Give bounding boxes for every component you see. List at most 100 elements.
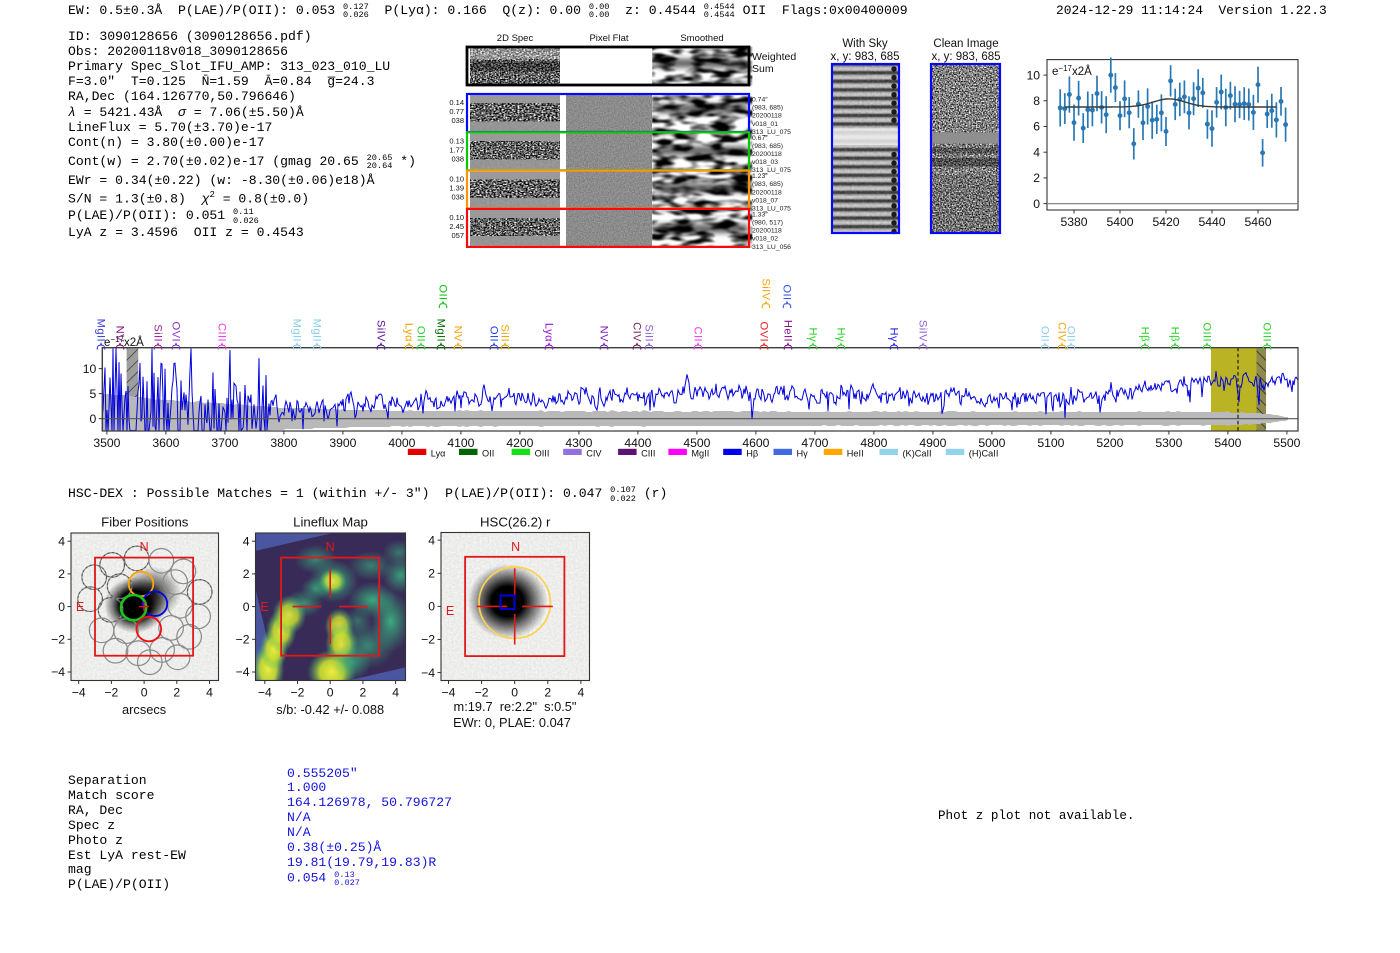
svg-text:5440: 5440: [1198, 215, 1225, 229]
svg-text:2: 2: [428, 567, 435, 581]
svg-text:OII: OII: [781, 284, 793, 300]
svg-text:OIII: OIII: [535, 449, 550, 459]
svg-text:0.77: 0.77: [449, 107, 464, 116]
svg-text:Lyα: Lyα: [403, 323, 415, 342]
svg-text:2: 2: [58, 567, 65, 581]
svg-text:10: 10: [1026, 68, 1040, 82]
svg-text:4: 4: [243, 534, 250, 548]
svg-text:CIV: CIV: [586, 449, 602, 459]
svg-text:SiIV: SiIV: [917, 320, 929, 342]
svg-text:EWr: 0, PLAE: 0.047: EWr: 0, PLAE: 0.047: [453, 715, 571, 730]
svg-text:1.39: 1.39: [449, 184, 464, 193]
svg-text:OIII: OIII: [1201, 322, 1213, 342]
svg-text:(983, 685): (983, 685): [752, 143, 783, 150]
svg-text:HSC(26.2) r: HSC(26.2) r: [480, 515, 551, 530]
svg-text:5400: 5400: [1214, 436, 1241, 450]
svg-text:MgII: MgII: [435, 319, 447, 342]
svg-text:OII: OII: [437, 284, 449, 300]
svg-text:0: 0: [511, 686, 518, 700]
svg-text:3600: 3600: [152, 436, 179, 450]
svg-text:Lineflux Map: Lineflux Map: [293, 515, 368, 530]
svg-text:NV: NV: [598, 326, 610, 342]
svg-text:Lyα: Lyα: [431, 449, 446, 459]
svg-text:20200118: 20200118: [752, 151, 782, 158]
svg-text:MgII: MgII: [691, 449, 709, 459]
svg-text:5300: 5300: [1155, 436, 1182, 450]
svg-text:5100: 5100: [1037, 436, 1064, 450]
svg-text:e−17x2Å: e−17x2Å: [1052, 64, 1092, 78]
svg-text:Weighted: Weighted: [752, 51, 796, 63]
svg-text:20200118: 20200118: [752, 228, 782, 235]
svg-text:E: E: [446, 604, 454, 618]
svg-text:Smoothed: Smoothed: [680, 33, 723, 44]
svg-text:3800: 3800: [270, 436, 297, 450]
svg-text:N: N: [326, 540, 335, 554]
svg-text:Hβ: Hβ: [1169, 327, 1181, 342]
svg-text:CIII: CIII: [641, 449, 655, 459]
svg-text:−4: −4: [72, 686, 86, 700]
svg-text:2: 2: [243, 567, 250, 581]
svg-text:4: 4: [58, 534, 65, 548]
svg-text:0: 0: [1033, 197, 1040, 211]
svg-text:Clean Image: Clean Image: [933, 38, 998, 50]
svg-text:2: 2: [544, 686, 551, 700]
svg-text:SiIV: SiIV: [375, 320, 387, 342]
svg-text:4: 4: [428, 533, 435, 547]
svg-text:10: 10: [83, 362, 97, 376]
svg-text:MgII: MgII: [95, 319, 107, 342]
svg-text:(980, 517): (980, 517): [752, 220, 783, 227]
svg-text:−4: −4: [258, 686, 272, 700]
svg-text:1.23″: 1.23″: [752, 173, 768, 180]
svg-text:5460: 5460: [1244, 215, 1271, 229]
svg-text:0.10: 0.10: [449, 213, 464, 222]
svg-text:5400: 5400: [1106, 215, 1133, 229]
svg-text:MgII: MgII: [311, 319, 323, 342]
svg-text:(K)CaII: (K)CaII: [903, 449, 932, 459]
svg-text:0.10: 0.10: [449, 175, 464, 184]
svg-text:0: 0: [243, 600, 250, 614]
svg-text:OVI: OVI: [170, 322, 182, 342]
svg-text:N: N: [511, 540, 520, 554]
svg-text:1.33″: 1.33″: [752, 211, 768, 218]
svg-text:NV: NV: [452, 326, 464, 342]
svg-text:v018_01: v018_01: [752, 121, 778, 128]
svg-text:5200: 5200: [1096, 436, 1123, 450]
svg-text:5: 5: [90, 387, 97, 401]
svg-text:SiII: SiII: [643, 324, 655, 342]
svg-text:5380: 5380: [1060, 215, 1087, 229]
svg-text:OII: OII: [1039, 326, 1051, 342]
svg-text:6: 6: [1033, 120, 1040, 134]
svg-text:−4: −4: [236, 665, 250, 679]
svg-text:2: 2: [173, 686, 180, 700]
svg-text:CIII: CIII: [216, 323, 228, 342]
svg-text:0.67″: 0.67″: [752, 135, 768, 142]
svg-text:x, y: 983, 685: x, y: 983, 685: [830, 51, 899, 63]
svg-text:4200: 4200: [506, 436, 533, 450]
svg-text:MgII: MgII: [291, 319, 303, 342]
svg-text:0: 0: [141, 686, 148, 700]
svg-text:SiII: SiII: [152, 324, 164, 342]
svg-text:Hγ: Hγ: [807, 328, 819, 342]
svg-text:−4: −4: [421, 666, 435, 680]
svg-text:057: 057: [451, 231, 464, 240]
svg-text:0: 0: [90, 412, 97, 426]
svg-text:Hγ: Hγ: [797, 449, 809, 459]
svg-text:−2: −2: [291, 686, 305, 700]
svg-text:0: 0: [428, 600, 435, 614]
svg-text:Hγ: Hγ: [888, 328, 900, 342]
svg-text:038: 038: [451, 193, 464, 202]
svg-text:Hβ: Hβ: [1139, 327, 1151, 342]
svg-text:OIII: OIII: [1261, 322, 1273, 342]
svg-text:Hγ: Hγ: [835, 328, 847, 342]
svg-text:−2: −2: [104, 686, 118, 700]
svg-text:4: 4: [206, 686, 213, 700]
svg-text:arcsecs: arcsecs: [122, 702, 166, 717]
svg-text:−2: −2: [475, 686, 489, 700]
svg-text:8: 8: [1033, 94, 1040, 108]
svg-text:2: 2: [1033, 171, 1040, 185]
svg-text:HeII: HeII: [782, 320, 794, 342]
svg-text:SiII: SiII: [499, 324, 511, 342]
svg-text:5500: 5500: [1273, 436, 1300, 450]
svg-text:E: E: [260, 600, 268, 614]
svg-text:3900: 3900: [329, 436, 356, 450]
